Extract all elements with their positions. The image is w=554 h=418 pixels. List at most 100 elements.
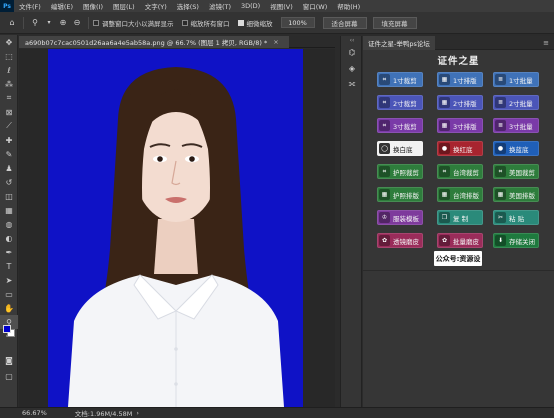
plugin-button[interactable]: ▦ 护照排版 [377, 187, 423, 202]
plugin-button-label: 透镜磨皮 [393, 237, 419, 246]
chevron-right-icon[interactable]: › [136, 409, 139, 417]
screen-mode-icon[interactable]: ▢ [0, 369, 18, 383]
checkbox-box[interactable] [181, 19, 188, 26]
zoom-out-icon[interactable]: ⊖ [70, 16, 84, 30]
panel-menu-icon[interactable]: ≡ [543, 39, 549, 47]
chevron-down-icon[interactable]: ▾ [42, 16, 56, 30]
layout-icon: ▦ [439, 120, 450, 131]
canvas-area[interactable] [19, 49, 335, 407]
plugin-tab[interactable]: 证件之星-举鸭ps论坛 [363, 35, 435, 50]
menu-image[interactable]: 图像(I) [78, 1, 108, 11]
plugin-button-label: 批量磨皮 [453, 237, 479, 246]
type-tool-icon[interactable]: T [0, 259, 18, 273]
plugin-button[interactable]: ▦ 美国排版 [493, 187, 539, 202]
quick-mask-icon[interactable]: ◙ [0, 353, 18, 367]
collapse-arrows-icon[interactable]: ‹‹ [341, 36, 363, 44]
plugin-button[interactable]: ▦ 1寸排版 [437, 72, 483, 87]
plugin-button[interactable]: ◯ 换白底 [377, 141, 423, 156]
shape-tool-icon[interactable]: ▭ [0, 287, 18, 301]
crop-icon: ⌗ [379, 120, 390, 131]
zoom-all-label: 缩放所有窗口 [190, 19, 230, 28]
resize-windows-checkbox[interactable]: 调整窗口大小以满屏显示 [93, 18, 174, 28]
scrubby-zoom-label: 细微缩放 [246, 19, 273, 28]
eraser-tool-icon[interactable]: ◫ [0, 189, 18, 203]
home-icon[interactable]: ⌂ [5, 16, 19, 30]
brush-tool-icon[interactable]: ✎ [0, 147, 18, 161]
close-icon[interactable]: × [273, 38, 278, 46]
menu-view[interactable]: 视图(V) [265, 1, 298, 11]
plugin-button-label: 1寸批量 [509, 76, 533, 85]
tools-panel: ✥ ⬚ ℓ ⁂ ⌗ ⊠ ⟋ ✚ ✎ ♟ ↺ ◫ ▦ ◍ ◐ ✒ T ➤ ▭ ✋ … [0, 35, 18, 407]
plugin-button[interactable]: ✿ 批量磨皮 [437, 233, 483, 248]
footer-badge: 公众号:资源设 [434, 251, 482, 266]
hand-tool-icon[interactable]: ✋ [0, 301, 18, 315]
plugin-button[interactable]: ⌗ 3寸裁剪 [377, 118, 423, 133]
menu-3d[interactable]: 3D(D) [236, 2, 265, 10]
crop-tool-icon[interactable]: ⌗ [0, 91, 18, 105]
document-tab[interactable]: a690b07c7cac0501d26aa6a4e5ab58a.png @ 66… [19, 36, 289, 48]
gradient-tool-icon[interactable]: ▦ [0, 203, 18, 217]
menu-help[interactable]: 帮助(H) [332, 1, 365, 11]
plugin-button[interactable]: ▦ 3寸排版 [437, 118, 483, 133]
plugin-button[interactable]: ● 换红底 [437, 141, 483, 156]
checkbox-box[interactable] [93, 19, 99, 26]
stamp-tool-icon[interactable]: ♟ [0, 161, 18, 175]
plugin-button[interactable]: ⌗ 台湾裁剪 [437, 164, 483, 179]
frame-tool-icon[interactable]: ⊠ [0, 105, 18, 119]
fill-screen-button[interactable]: 填充屏幕 [372, 16, 417, 29]
plugin-button-label: 服装模板 [393, 214, 419, 223]
plugin-button[interactable]: ✂ 粘 贴 [493, 210, 539, 225]
plugin-button[interactable]: ⌗ 美国裁剪 [493, 164, 539, 179]
quick-select-tool-icon[interactable]: ⁂ [0, 77, 18, 91]
menu-layer[interactable]: 图层(L) [108, 1, 140, 11]
save-icon: ⬇ [495, 235, 506, 246]
zoom-in-icon[interactable]: ⊕ [56, 16, 70, 30]
menu-file[interactable]: 文件(F) [14, 1, 46, 11]
pen-tool-icon[interactable]: ✒ [0, 245, 18, 259]
zoom-level[interactable]: 66.67% [22, 409, 47, 417]
menu-select[interactable]: 选择(S) [172, 1, 204, 11]
fit-screen-button[interactable]: 适合屏幕 [322, 16, 367, 29]
plugin-button[interactable]: ♔ 服装模板 [377, 210, 423, 225]
blur-tool-icon[interactable]: ◍ [0, 217, 18, 231]
layout-icon: ▦ [439, 97, 450, 108]
eyedropper-tool-icon[interactable]: ⟋ [0, 119, 18, 133]
menu-window[interactable]: 窗口(W) [298, 1, 333, 11]
plugin-button[interactable]: ❐ 复 制 [437, 210, 483, 225]
plugin-button[interactable]: ⌗ 2寸裁剪 [377, 95, 423, 110]
scrubby-zoom-checkbox[interactable]: 细微缩放 [237, 18, 273, 28]
checkbox-box-checked[interactable] [237, 19, 244, 26]
history-panel-icon[interactable]: ⌬ [341, 44, 363, 60]
paths-panel-icon[interactable]: ⟗ [341, 76, 363, 92]
zoom-icon[interactable]: ⚲ [28, 16, 42, 30]
lasso-tool-icon[interactable]: ℓ [0, 63, 18, 77]
plugin-button[interactable]: ⌗ 1寸裁剪 [377, 72, 423, 87]
plugin-button[interactable]: ✿ 透镜磨皮 [377, 233, 423, 248]
move-tool-icon[interactable]: ✥ [0, 35, 18, 49]
plugin-button[interactable]: ⬇ 存储关闭 [493, 233, 539, 248]
marquee-tool-icon[interactable]: ⬚ [0, 49, 18, 63]
batch-icon: ≣ [495, 120, 506, 131]
zoom-percent-field[interactable]: 100% [280, 17, 315, 28]
plugin-button[interactable]: ≣ 3寸批量 [493, 118, 539, 133]
foreground-color-swatch[interactable] [3, 325, 11, 333]
plugin-button[interactable]: ⌗ 护照裁剪 [377, 164, 423, 179]
menu-edit[interactable]: 编辑(E) [46, 1, 78, 11]
plugin-button-label: 换白底 [393, 145, 413, 154]
history-brush-tool-icon[interactable]: ↺ [0, 175, 18, 189]
plugin-button[interactable]: ≣ 2寸批量 [493, 95, 539, 110]
plugin-button-label: 护照裁剪 [393, 168, 419, 177]
path-select-tool-icon[interactable]: ➤ [0, 273, 18, 287]
plugin-button[interactable]: ≣ 1寸批量 [493, 72, 539, 87]
properties-panel-icon[interactable]: ◈ [341, 60, 363, 76]
zoom-all-windows-checkbox[interactable]: 缩放所有窗口 [181, 18, 230, 28]
plugin-button-label: 3寸裁剪 [393, 122, 417, 131]
plugin-button[interactable]: ▦ 2寸排版 [437, 95, 483, 110]
plugin-button[interactable]: ▦ 台湾排版 [437, 187, 483, 202]
menu-type[interactable]: 文字(Y) [140, 1, 172, 11]
plugin-button[interactable]: ● 换蓝底 [493, 141, 539, 156]
resize-windows-label: 调整窗口大小以满屏显示 [102, 19, 174, 28]
dodge-tool-icon[interactable]: ◐ [0, 231, 18, 245]
menu-filter[interactable]: 滤镜(T) [204, 1, 236, 11]
healing-brush-tool-icon[interactable]: ✚ [0, 133, 18, 147]
